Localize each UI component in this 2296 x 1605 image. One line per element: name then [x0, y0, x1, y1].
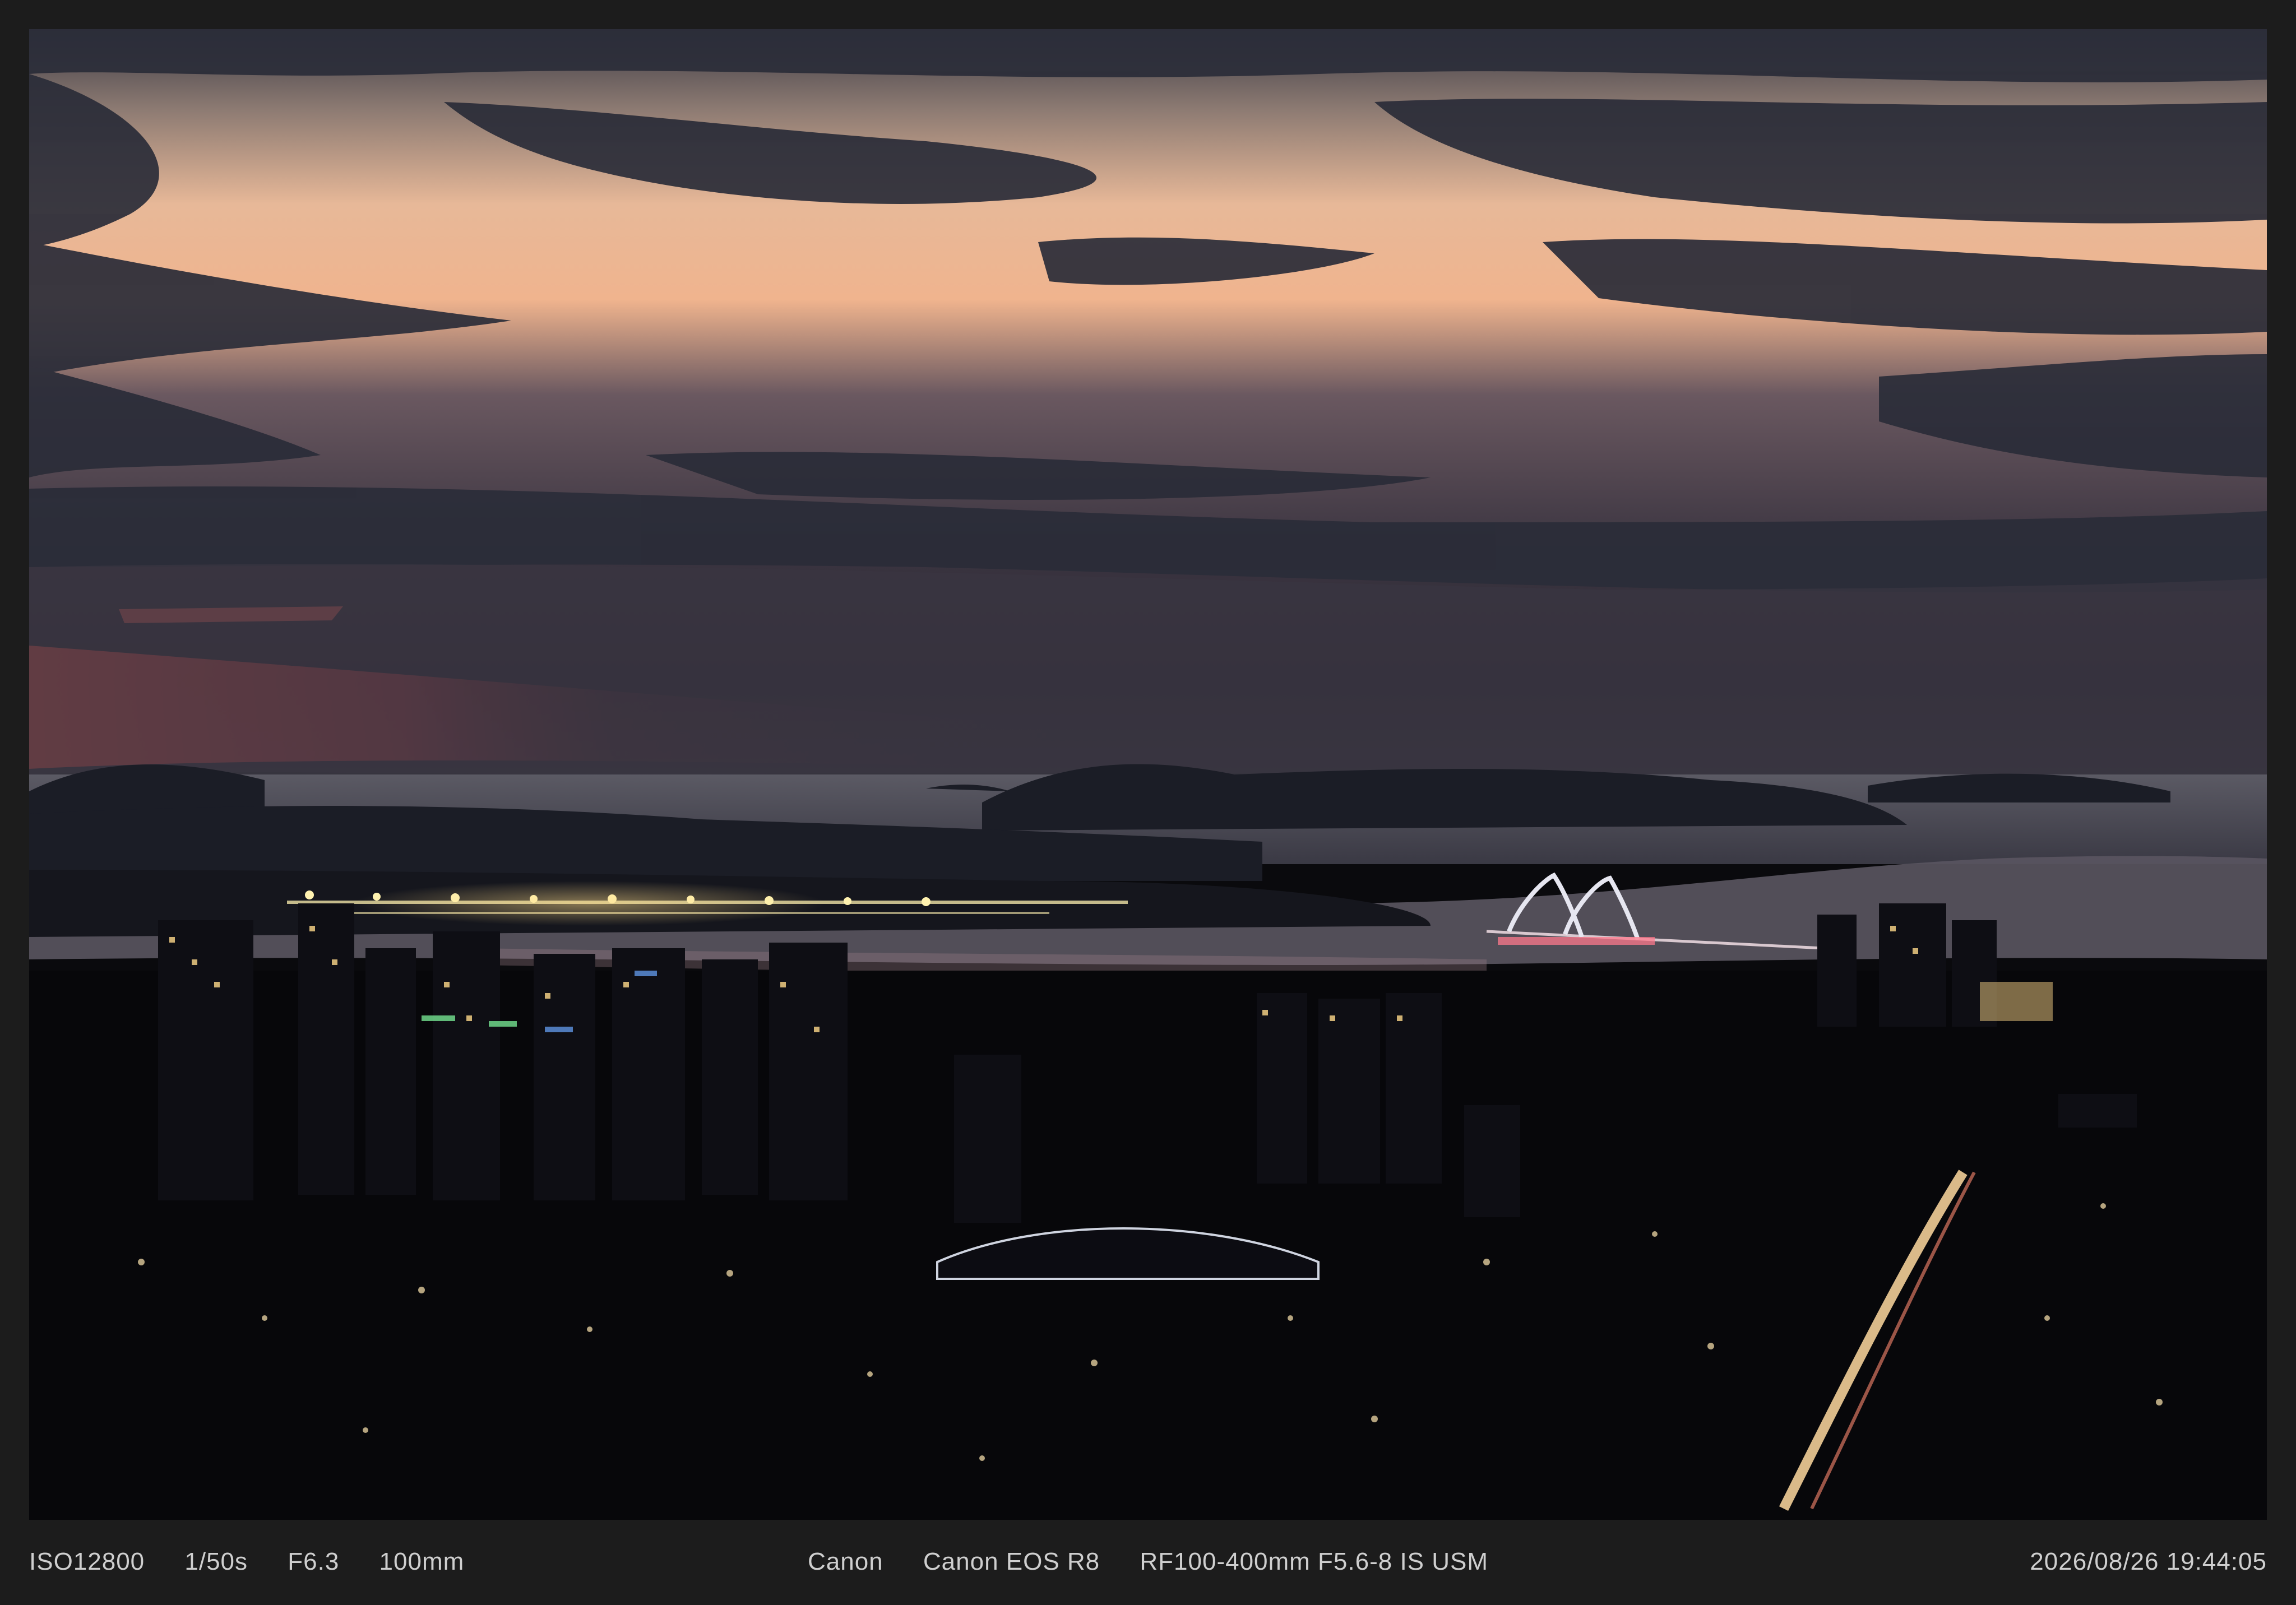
exif-camera: Canon EOS R8	[923, 1548, 1100, 1575]
exif-aperture: F6.3	[288, 1548, 340, 1575]
exif-lens: RF100-400mm F5.6-8 IS USM	[1140, 1548, 1489, 1575]
exif-brand: Canon	[807, 1548, 883, 1575]
exif-gear-group: Canon Canon EOS R8 RF100-400mm F5.6-8 IS…	[808, 1548, 1488, 1576]
exif-exposure-group: ISO12800 1/50s F6.3 100mm	[29, 1548, 464, 1576]
exif-shutter: 1/50s	[184, 1548, 248, 1575]
exif-caption-bar: ISO12800 1/50s F6.3 100mm Canon Canon EO…	[29, 1520, 2267, 1605]
photo	[29, 29, 2267, 1520]
exif-iso: ISO12800	[29, 1548, 145, 1575]
exif-focal-length: 100mm	[379, 1548, 465, 1575]
exif-datetime: 2026/08/26 19:44:05	[2030, 1548, 2267, 1575]
skyline-photo-illustration	[29, 29, 2267, 1520]
